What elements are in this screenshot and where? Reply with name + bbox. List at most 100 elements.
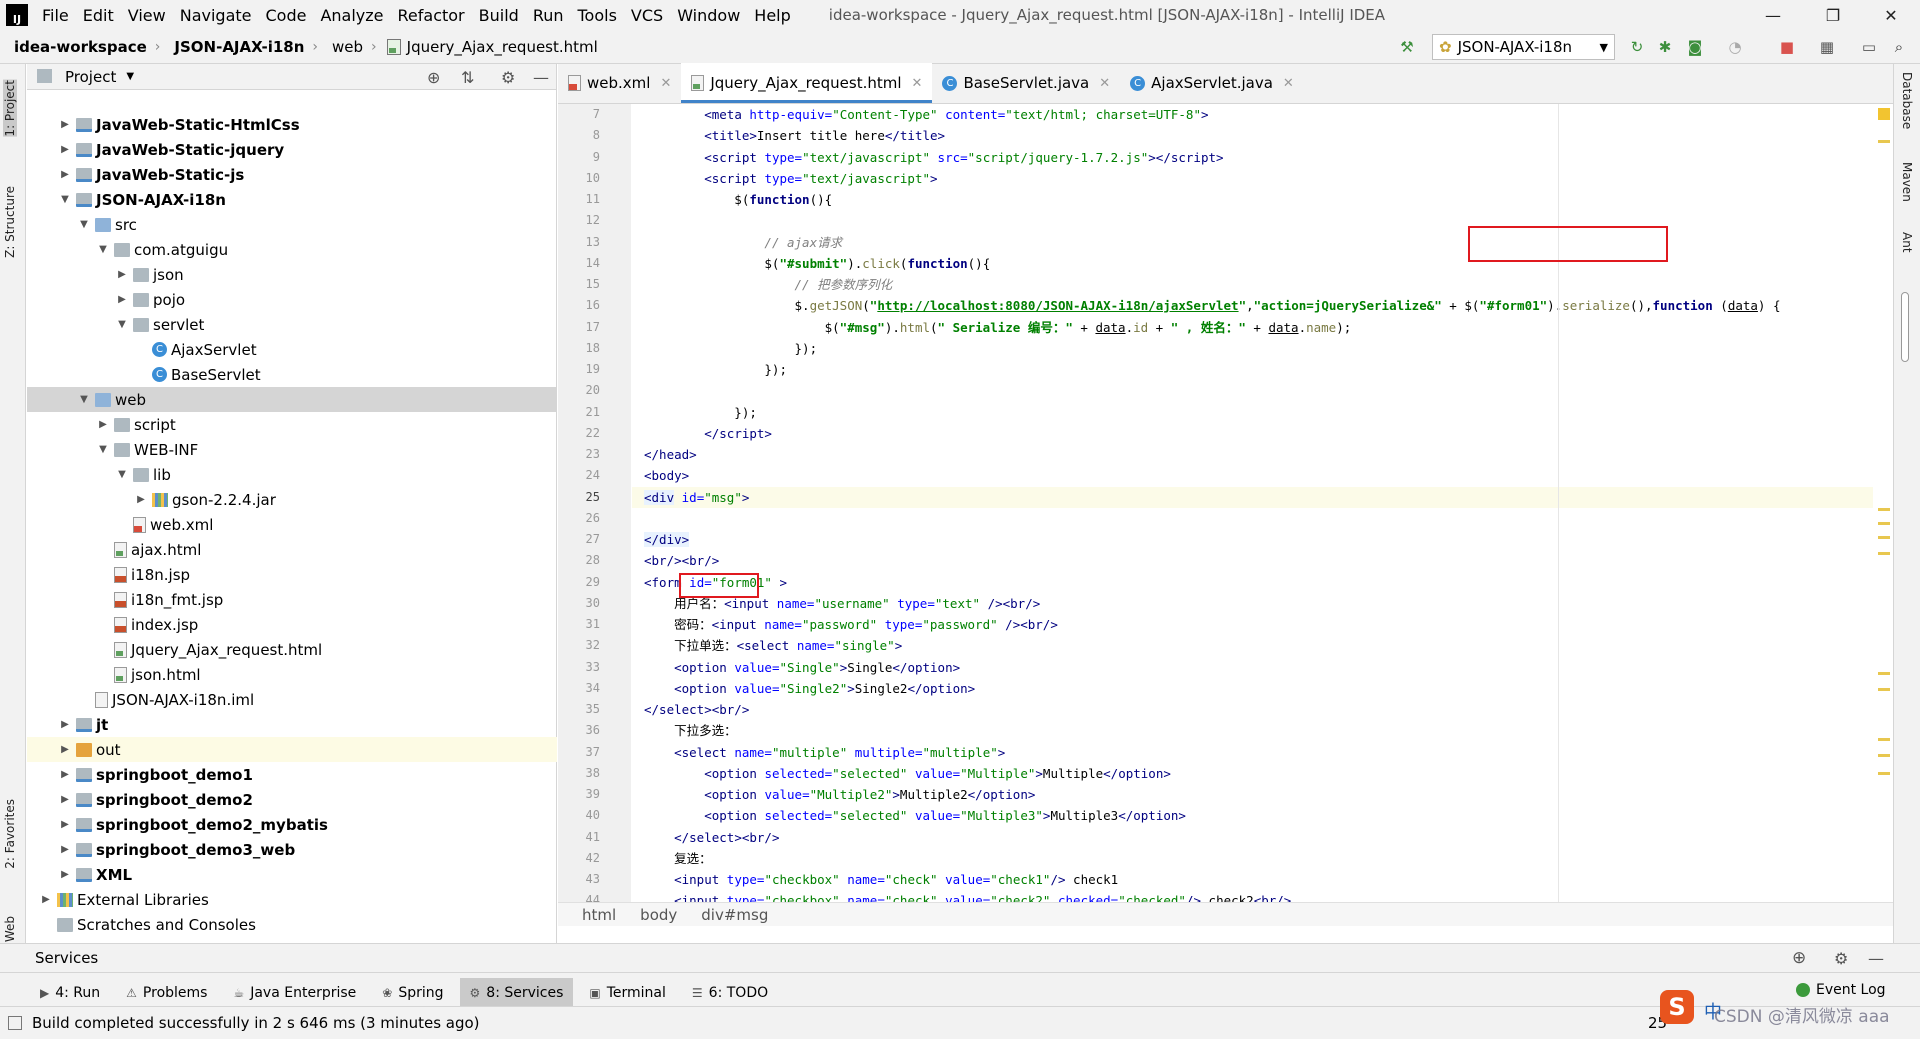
code-line[interactable]: 35 </select><br/> [586, 699, 1873, 720]
close-button[interactable]: ✕ [1868, 0, 1914, 30]
breadcrumb-folder[interactable]: web [332, 38, 363, 56]
code-line[interactable]: 28 <br/><br/> [586, 550, 1873, 571]
collapsed-arrow-icon[interactable]: ▶ [115, 294, 129, 305]
collapse-all-icon[interactable]: ⇅ [461, 68, 474, 87]
tab-favorites[interactable]: 2: Favorites [3, 799, 17, 869]
code-line[interactable]: 20 [586, 380, 1873, 401]
tree-item[interactable]: ▼ JSON-AJAX-i18n [27, 187, 557, 212]
locate-icon[interactable]: ⊕ [427, 68, 440, 87]
tab-maven[interactable]: Maven [1900, 162, 1914, 202]
code-line[interactable]: 26 [586, 508, 1873, 529]
code-line[interactable]: 23 </head> [586, 444, 1873, 465]
tab-database[interactable]: Database [1900, 72, 1914, 129]
marker[interactable] [1878, 688, 1890, 691]
tree-item[interactable]: Jquery_Ajax_request.html [27, 637, 557, 662]
code-line[interactable]: 36 下拉多选： [586, 720, 1873, 741]
collapsed-arrow-icon[interactable]: ▶ [134, 494, 148, 505]
editor-crumb-div[interactable]: div#msg [701, 906, 768, 924]
search-icon[interactable]: ⌕ [1890, 38, 1908, 56]
editor-tab[interactable]: C AjaxServlet.java ✕ [1120, 63, 1304, 103]
code-line[interactable]: 38 <option selected="selected" value="Mu… [586, 763, 1873, 784]
expanded-arrow-icon[interactable]: ▼ [58, 194, 72, 205]
stop-icon[interactable]: ■ [1778, 38, 1796, 56]
collapsed-arrow-icon[interactable]: ▶ [39, 894, 53, 905]
code-line[interactable]: 41 </select><br/> [586, 827, 1873, 848]
menu-file[interactable]: File [42, 6, 69, 25]
tree-item[interactable]: ajax.html [27, 537, 557, 562]
menu-window[interactable]: Window [677, 6, 740, 25]
tree-item[interactable]: ▼ lib [27, 462, 557, 487]
editor-tab[interactable]: C BaseServlet.java ✕ [932, 63, 1120, 103]
tool-tab[interactable]: ▶ 4: Run [30, 978, 110, 1008]
tree-item[interactable]: ▶ External Libraries [27, 887, 557, 912]
hammer-icon[interactable]: ⚒ [1398, 38, 1416, 56]
tree-item[interactable]: ▶ springboot_demo2_mybatis [27, 812, 557, 837]
marker[interactable] [1878, 772, 1890, 775]
menu-tools[interactable]: Tools [578, 6, 617, 25]
menu-code[interactable]: Code [266, 6, 307, 25]
marker[interactable] [1878, 738, 1890, 741]
code-line[interactable]: 8 <title>Insert title here</title> [593, 125, 1873, 146]
marker[interactable] [1878, 672, 1890, 675]
expanded-arrow-icon[interactable]: ▼ [96, 444, 110, 455]
collapsed-arrow-icon[interactable]: ▶ [58, 769, 72, 780]
tree-item[interactable]: ▶ pojo [27, 287, 557, 312]
tree-item[interactable]: i18n_fmt.jsp [27, 587, 557, 612]
debug-icon[interactable]: ✱ [1656, 38, 1674, 56]
close-tab-icon[interactable]: ✕ [912, 76, 923, 91]
marker[interactable] [1878, 140, 1890, 143]
project-view-select[interactable]: Project [65, 68, 116, 86]
menu-navigate[interactable]: Navigate [180, 6, 252, 25]
menu-view[interactable]: View [128, 6, 166, 25]
code-line[interactable]: 17 $("#msg").html(" Serialize 编号：" + dat… [586, 317, 1873, 338]
editor-crumb-body[interactable]: body [640, 906, 677, 924]
tool-tab[interactable]: ❀ Spring [372, 978, 453, 1008]
collapsed-arrow-icon[interactable]: ▶ [58, 819, 72, 830]
run-configuration-select[interactable]: ✿ JSON-AJAX-i18n ▼ [1432, 34, 1615, 60]
code-line[interactable]: 40 <option selected="selected" value="Mu… [586, 805, 1873, 826]
tree-item[interactable]: ▶ jt [27, 712, 557, 737]
code-line[interactable]: 43 <input type="checkbox" name="check" v… [586, 869, 1873, 890]
tree-item[interactable]: JSON-AJAX-i18n.iml [27, 687, 557, 712]
expanded-arrow-icon[interactable]: ▼ [115, 469, 129, 480]
code-line[interactable]: 27 </div> [586, 529, 1873, 550]
tree-item[interactable]: ▼ WEB-INF [27, 437, 557, 462]
tree-item[interactable]: ▶ script [27, 412, 557, 437]
tool-tab[interactable]: ☰ 6: TODO [682, 978, 778, 1008]
code-line[interactable]: 42 复选： [586, 848, 1873, 869]
code-line[interactable]: 24 <body> [586, 465, 1873, 486]
rerun-icon[interactable]: ↻ [1628, 38, 1646, 56]
code-line[interactable]: 10 <script type="text/javascript"> [586, 168, 1873, 189]
breadcrumb-file[interactable]: Jquery_Ajax_request.html [407, 38, 598, 56]
tool-tab[interactable]: ⚠ Problems [116, 978, 217, 1008]
tool-window-toggle-icon[interactable] [8, 1016, 22, 1030]
menu-vcs[interactable]: VCS [631, 6, 663, 25]
tree-item[interactable]: ▶ JavaWeb-Static-HtmlCss [27, 112, 557, 137]
menu-analyze[interactable]: Analyze [320, 6, 383, 25]
tree-item[interactable]: C AjaxServlet [27, 337, 557, 362]
collapsed-arrow-icon[interactable]: ▶ [58, 794, 72, 805]
code-line[interactable]: 14 $("#submit").click(function(){ [586, 253, 1873, 274]
tree-item[interactable]: ▼ src [27, 212, 557, 237]
marker[interactable] [1878, 536, 1890, 539]
code-line[interactable]: 25 <div id="msg"> [586, 486, 1873, 508]
collapsed-arrow-icon[interactable]: ▶ [96, 419, 110, 430]
layout-icon[interactable]: ▭ [1860, 38, 1878, 56]
tree-item[interactable]: C BaseServlet [27, 362, 557, 387]
tree-item[interactable]: web.xml [27, 512, 557, 537]
tab-project[interactable]: 1: Project [3, 80, 17, 137]
tree-item[interactable]: ▶ JavaWeb-Static-js [27, 162, 557, 187]
marker[interactable] [1878, 522, 1890, 525]
code-line[interactable]: 22 </script> [586, 423, 1873, 444]
minimize-button[interactable]: — [1750, 0, 1796, 30]
collapsed-arrow-icon[interactable]: ▶ [58, 719, 72, 730]
project-structure-icon[interactable]: ▦ [1818, 38, 1836, 56]
code-line[interactable]: 7 <meta http-equiv="Content-Type" conten… [593, 104, 1873, 125]
tree-item[interactable]: ▶ json [27, 262, 557, 287]
scrollbar[interactable] [1901, 292, 1909, 362]
tree-item[interactable]: ▶ JavaWeb-Static-jquery [27, 137, 557, 162]
tab-ant[interactable]: Ant [1900, 232, 1914, 253]
close-tab-icon[interactable]: ✕ [660, 76, 671, 91]
menu-help[interactable]: Help [754, 6, 790, 25]
collapsed-arrow-icon[interactable]: ▶ [58, 744, 72, 755]
